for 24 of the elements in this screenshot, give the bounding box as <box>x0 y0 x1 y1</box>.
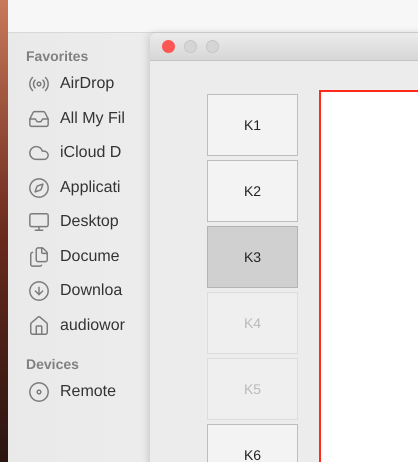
sidebar-item[interactable]: AirDrop <box>60 72 114 96</box>
sidebar-item[interactable]: Desktop <box>60 210 119 234</box>
minimize-button[interactable] <box>184 40 197 53</box>
home-icon <box>28 314 50 337</box>
sidebar-item[interactable]: Docume <box>60 244 120 269</box>
sidebar-item[interactable]: All My Fil <box>60 106 125 131</box>
key-button[interactable]: K2 <box>207 160 298 222</box>
sidebar-heading: Devices <box>26 355 79 374</box>
compass-icon <box>28 176 50 199</box>
disc-icon <box>28 381 50 404</box>
sidebar-heading: Favorites <box>26 47 88 66</box>
sidebar-item[interactable]: audiowor <box>60 314 125 338</box>
sidebar-item[interactable]: Downloa <box>60 279 122 304</box>
zoom-button[interactable] <box>206 40 219 53</box>
documents-icon <box>28 246 50 268</box>
sidebar-item[interactable]: iCloud D <box>60 141 122 166</box>
download-icon <box>28 280 50 302</box>
sidebar-item[interactable]: Applicati <box>60 176 120 200</box>
monitor-icon <box>28 211 50 234</box>
key-button[interactable]: K1 <box>207 94 298 156</box>
key-button[interactable]: K6 <box>207 424 298 462</box>
key-button[interactable]: K3 <box>207 226 298 288</box>
close-button[interactable] <box>162 40 175 53</box>
sidebar-item[interactable]: Remote <box>60 380 116 404</box>
